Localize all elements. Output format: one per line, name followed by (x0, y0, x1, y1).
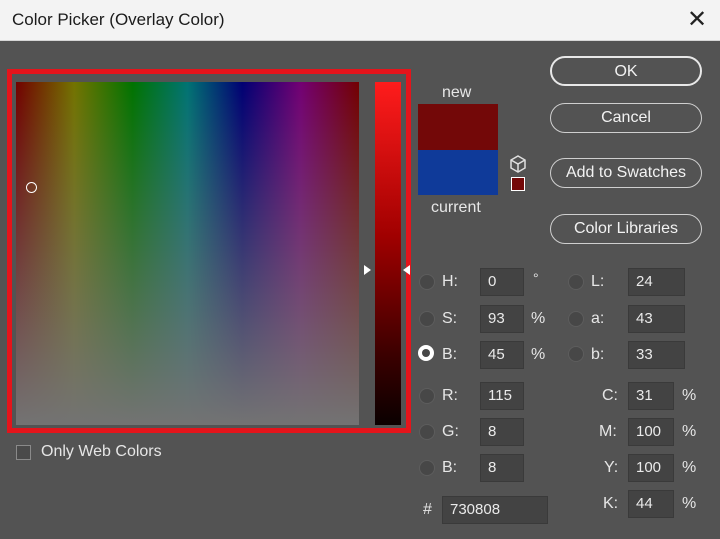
new-color-swatch (418, 104, 498, 150)
cube-icon[interactable] (509, 155, 527, 173)
color-field[interactable] (16, 82, 359, 425)
current-color-swatch[interactable] (418, 150, 498, 195)
r-input[interactable]: 115 (480, 382, 524, 410)
window-title: Color Picker (Overlay Color) (12, 10, 225, 29)
hex-label: # (423, 501, 432, 518)
s-input[interactable]: 93 (480, 305, 524, 333)
k-unit: % (682, 495, 697, 512)
only-web-colors-checkbox[interactable] (16, 445, 31, 460)
color-field-cursor[interactable] (26, 182, 37, 193)
rgb-b-radio[interactable] (419, 460, 435, 476)
h-radio[interactable] (419, 274, 435, 290)
current-label: current (431, 199, 481, 216)
c-unit: % (682, 387, 697, 404)
only-web-colors-label: Only Web Colors (41, 443, 162, 460)
h-label: H: (442, 273, 458, 290)
b-label: B: (442, 346, 458, 363)
slider-arrow-left-icon[interactable] (364, 265, 371, 275)
rgb-b-label: B: (442, 459, 458, 476)
close-icon[interactable]: ✕ (684, 8, 710, 32)
a-input[interactable]: 43 (628, 305, 685, 333)
hex-input[interactable]: 730808 (442, 496, 548, 524)
ok-button[interactable]: OK (550, 56, 702, 86)
s-label: S: (442, 310, 458, 327)
a-radio[interactable] (568, 311, 584, 327)
g-radio[interactable] (419, 424, 435, 440)
h-unit: ° (533, 270, 539, 286)
gamut-swatch-icon[interactable] (511, 177, 525, 191)
c-input[interactable]: 31 (628, 382, 674, 410)
color-libraries-button[interactable]: Color Libraries (550, 214, 702, 244)
b-radio-selected[interactable] (418, 345, 434, 361)
r-label: R: (442, 387, 458, 404)
add-to-swatches-button[interactable]: Add to Swatches (550, 158, 702, 188)
y-unit: % (682, 459, 697, 476)
new-label: new (442, 84, 472, 101)
lab-b-label: b: (591, 346, 605, 363)
title-bar: Color Picker (Overlay Color) ✕ (0, 0, 720, 41)
h-input[interactable]: 0 (480, 268, 524, 296)
l-label: L: (591, 273, 605, 290)
y-input[interactable]: 100 (628, 454, 674, 482)
s-radio[interactable] (419, 311, 435, 327)
s-unit: % (531, 310, 546, 327)
k-label: K: (603, 495, 619, 512)
m-label: M: (599, 423, 617, 440)
cancel-button[interactable]: Cancel (550, 103, 702, 133)
a-label: a: (591, 310, 605, 327)
y-label: Y: (604, 459, 619, 476)
hue-slider[interactable] (375, 82, 401, 425)
rgb-b-input[interactable]: 8 (480, 454, 524, 482)
c-label: C: (602, 387, 618, 404)
slider-arrow-right-icon[interactable] (403, 265, 410, 275)
m-unit: % (682, 423, 697, 440)
lab-b-radio[interactable] (568, 346, 584, 362)
l-input[interactable]: 24 (628, 268, 685, 296)
l-radio[interactable] (568, 274, 584, 290)
b-unit: % (531, 346, 546, 363)
b-input[interactable]: 45 (480, 341, 524, 369)
g-label: G: (442, 423, 459, 440)
lab-b-input[interactable]: 33 (628, 341, 685, 369)
r-radio[interactable] (419, 388, 435, 404)
g-input[interactable]: 8 (480, 418, 524, 446)
m-input[interactable]: 100 (628, 418, 674, 446)
k-input[interactable]: 44 (628, 490, 674, 518)
